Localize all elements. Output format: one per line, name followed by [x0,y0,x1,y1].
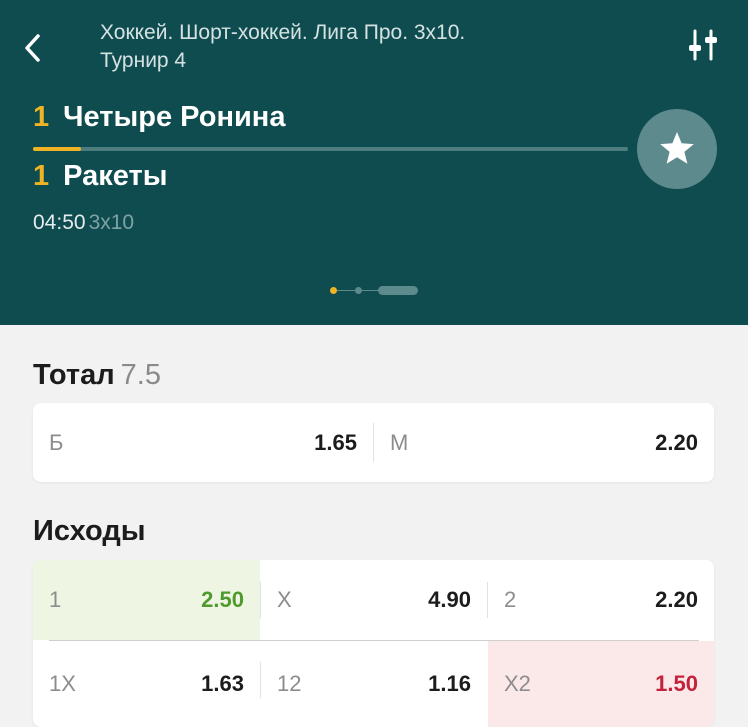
chevron-left-icon [25,34,40,62]
odd-value: 2.20 [655,429,698,455]
team1-score: 1 [33,101,50,133]
odd-1x[interactable]: 1X 1.63 [33,641,260,727]
odd-home-win[interactable]: 1 2.50 [33,560,260,640]
team2-name: Ракеты [63,160,168,192]
team1-name: Четыре Ронина [63,101,286,133]
odd-value: 2.20 [655,587,698,612]
odd-label: М [390,429,409,455]
odd-under[interactable]: М 2.20 [374,403,714,482]
match-format: 3х10 [88,211,135,234]
odd-x2[interactable]: X2 1.50 [488,641,714,727]
total-section-title: Тотал 7.5 [33,359,161,392]
odd-label: 1 [49,587,62,612]
odd-over[interactable]: Б 1.65 [33,403,373,482]
page-dot [355,287,362,294]
odd-label: 12 [277,671,302,696]
team2-score: 1 [33,160,50,192]
odd-12[interactable]: 12 1.16 [261,641,487,727]
sliders-icon [689,29,717,61]
match-progress [33,147,628,151]
match-progress-fill [33,147,81,151]
outcomes-card: 1 2.50 X 4.90 2 2.20 1X 1.63 12 1.16 X2 … [33,560,714,727]
odd-label: Б [49,429,64,455]
page-indicator[interactable] [330,285,420,295]
odd-value: 2.50 [201,587,244,612]
odd-value: 1.50 [655,671,698,696]
team1-row: 1 Четыре Ронина [33,101,285,134]
outcomes-section-title: Исходы [33,515,146,547]
page-connector [337,290,355,291]
back-button[interactable] [18,30,48,66]
filter-button[interactable] [686,28,720,62]
odd-label: X [277,587,292,612]
page-dot [378,286,418,295]
odd-label: X2 [504,671,531,696]
page-dot-active [330,287,337,294]
match-header: Хоккей. Шорт-хоккей. Лига Про. 3х10. Тур… [0,0,748,325]
page-connector [362,290,378,291]
total-line: 7.5 [120,359,161,391]
odd-value: 4.90 [428,587,471,612]
odd-label: 2 [504,587,517,612]
match-clock: 04:50 [33,211,86,234]
favorite-button[interactable] [637,109,717,189]
total-card: Б 1.65 М 2.20 [33,403,714,482]
odd-value: 1.16 [428,671,471,696]
match-time: 04:50 3х10 [33,211,134,235]
star-icon [660,132,694,164]
odd-label: 1X [49,671,76,696]
match-title: Хоккей. Шорт-хоккей. Лига Про. 3х10. Тур… [100,21,466,72]
team2-row: 1 Ракеты [33,160,167,193]
odd-draw[interactable]: X 4.90 [261,560,487,640]
odd-value: 1.63 [201,671,244,696]
odd-away-win[interactable]: 2 2.20 [488,560,714,640]
odd-value: 1.65 [314,429,357,455]
total-title: Тотал [33,359,115,391]
